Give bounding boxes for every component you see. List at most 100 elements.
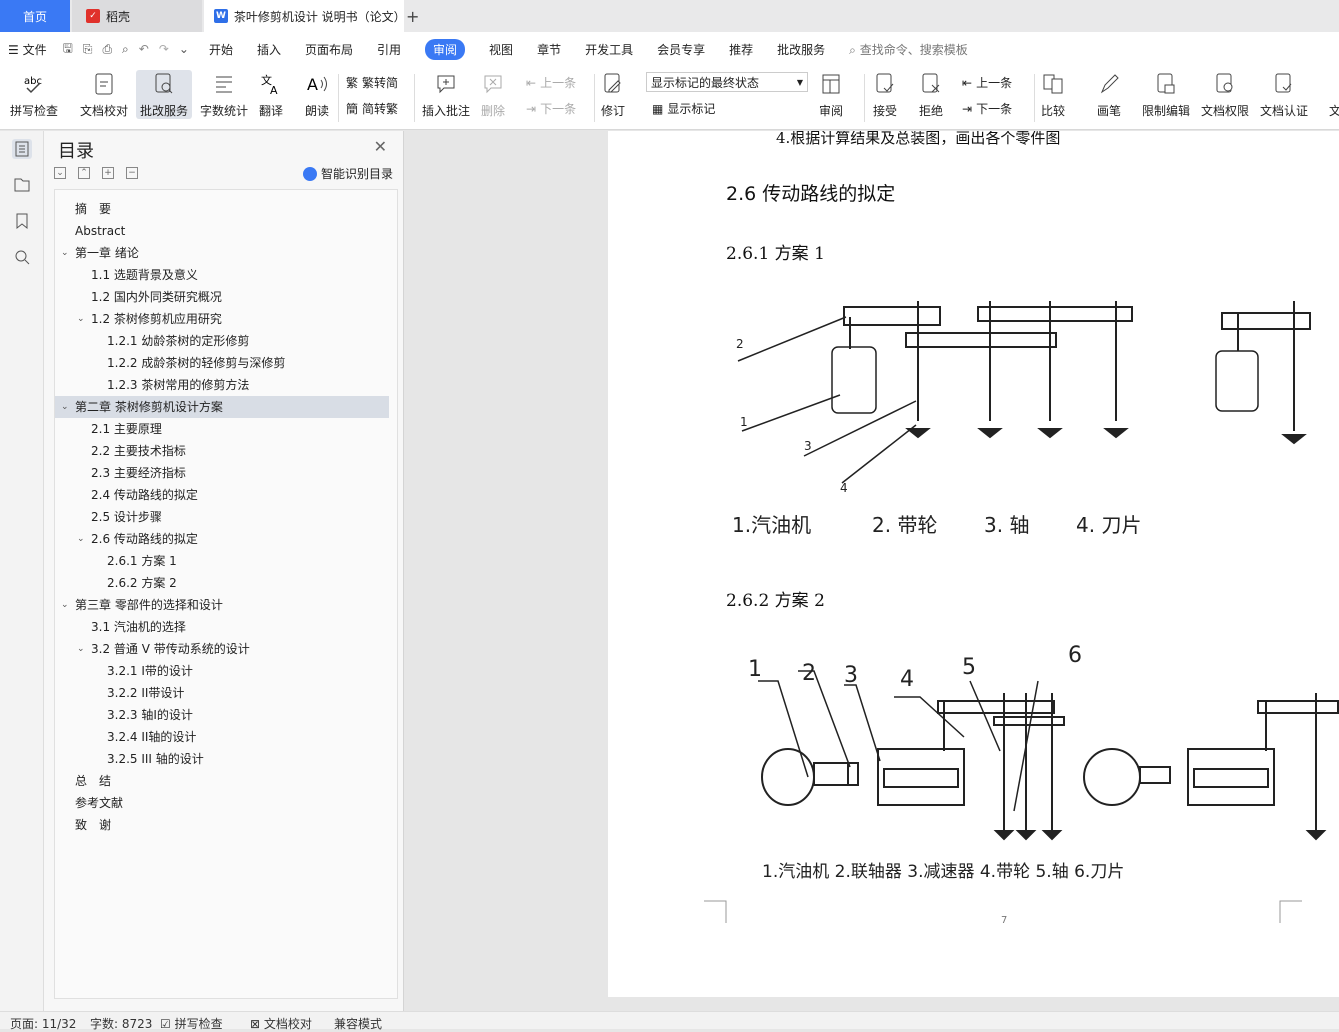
new-tab-button[interactable]: + bbox=[406, 0, 422, 32]
compare-button[interactable]: 比较 bbox=[1040, 70, 1066, 119]
toc-item[interactable]: 总 结 bbox=[55, 770, 389, 792]
prev-comment-button[interactable]: ⇤ 上一条 bbox=[526, 74, 576, 91]
accept-button[interactable]: 接受 bbox=[872, 70, 898, 119]
delete-comment-button[interactable]: 删除 bbox=[480, 70, 506, 119]
pen-button[interactable]: 画笔 bbox=[1096, 70, 1122, 119]
word-count-button[interactable]: 字数统计 bbox=[200, 70, 248, 119]
export-icon[interactable]: ⎘ bbox=[83, 42, 93, 57]
insert-comment-button[interactable]: 插入批注 bbox=[422, 70, 470, 119]
menu-insert[interactable]: 插入 bbox=[257, 41, 281, 58]
toc-item[interactable]: 1.2.3 茶树常用的修剪方法 bbox=[55, 374, 389, 396]
toc-item[interactable]: ⌄ 第二章 茶树修剪机设计方案 bbox=[55, 396, 389, 418]
spell-check-status[interactable]: ☑ 拼写检查 bbox=[160, 1015, 223, 1032]
menu-recommend[interactable]: 推荐 bbox=[729, 41, 753, 58]
document-page[interactable]: 4.根据计算结果及总装图，画出各个零件图 2.6 传动路线的拟定 2.6.1 方… bbox=[608, 131, 1339, 997]
translate-button[interactable]: 文 A 翻译 bbox=[258, 70, 284, 119]
restrict-edit-button[interactable]: 限制编辑 bbox=[1142, 70, 1190, 119]
command-search[interactable]: ⌕ 查找命令、搜索模板 bbox=[849, 41, 968, 58]
smart-toc-button[interactable]: 智能识别目录 bbox=[302, 165, 393, 182]
markup-state-select[interactable]: 显示标记的最终状态 ▼ bbox=[646, 72, 808, 92]
toc-item[interactable]: 1.2.1 幼龄茶树的定形修剪 bbox=[55, 330, 389, 352]
simp-to-trad-button[interactable]: 簡简转繁 bbox=[346, 100, 398, 117]
reject-button[interactable]: 拒绝 bbox=[918, 70, 944, 119]
file-menu[interactable]: ☰ 文件 bbox=[8, 41, 47, 58]
print-icon[interactable]: ⎙ bbox=[102, 42, 112, 57]
customize-icon[interactable]: ⌄ bbox=[179, 42, 189, 56]
toc-item[interactable]: ⌄ 1.2 茶树修剪机应用研究 bbox=[55, 308, 389, 330]
chevron-down-icon[interactable]: ⌄ bbox=[77, 528, 85, 550]
close-icon[interactable]: ✕ bbox=[374, 137, 387, 156]
menu-member[interactable]: 会员专享 bbox=[657, 41, 705, 58]
toc-item[interactable]: Abstract bbox=[55, 220, 389, 242]
doc-permission-button[interactable]: 文档权限 bbox=[1201, 70, 1249, 119]
outline-icon[interactable] bbox=[12, 175, 32, 195]
collapse-all-icon[interactable]: ⌄ bbox=[54, 167, 66, 179]
toc-item[interactable]: ⌄ 2.6 传动路线的拟定 bbox=[55, 528, 389, 550]
preview-icon[interactable]: ⌕ bbox=[122, 42, 129, 57]
track-changes-button[interactable]: 修订 bbox=[600, 70, 626, 119]
toc-item[interactable]: 3.2.1 I带的设计 bbox=[55, 660, 389, 682]
doc-cert-button[interactable]: 文档认证 bbox=[1260, 70, 1308, 119]
proofread-button[interactable]: 文档校对 bbox=[80, 70, 128, 119]
toc-item[interactable]: 3.2.3 轴I的设计 bbox=[55, 704, 389, 726]
chevron-down-icon[interactable]: ⌄ bbox=[61, 594, 69, 616]
toc-item[interactable]: ⌄ 3.2 普通 V 带传动系统的设计 bbox=[55, 638, 389, 660]
bookmark-icon[interactable] bbox=[12, 211, 32, 231]
toc-panel-icon[interactable] bbox=[12, 139, 32, 159]
find-icon[interactable] bbox=[12, 247, 32, 267]
menu-reference[interactable]: 引用 bbox=[377, 41, 401, 58]
add-heading-icon[interactable]: + bbox=[102, 167, 114, 179]
menu-view[interactable]: 视图 bbox=[489, 41, 513, 58]
expand-up-icon[interactable]: ⌃ bbox=[78, 167, 90, 179]
menu-devtools[interactable]: 开发工具 bbox=[585, 41, 633, 58]
more-doc-button[interactable]: 文 bbox=[1322, 70, 1339, 119]
toc-item[interactable]: ⌄ 第三章 零部件的选择和设计 bbox=[55, 594, 389, 616]
toc-item[interactable]: 2.5 设计步骤 bbox=[55, 506, 389, 528]
chevron-down-icon[interactable]: ⌄ bbox=[61, 396, 69, 418]
read-aloud-button[interactable]: A 朗读 bbox=[304, 70, 330, 119]
toc-item[interactable]: 2.6.2 方案 2 bbox=[55, 572, 389, 594]
toc-item[interactable]: 2.6.1 方案 1 bbox=[55, 550, 389, 572]
tab-home[interactable]: 首页 bbox=[0, 0, 70, 32]
undo-icon[interactable]: ↶ bbox=[139, 42, 149, 56]
remove-heading-icon[interactable]: − bbox=[126, 167, 138, 179]
proofread-status[interactable]: ⊠ 文档校对 bbox=[250, 1015, 312, 1032]
toc-item[interactable]: 3.2.5 III 轴的设计 bbox=[55, 748, 389, 770]
toc-item[interactable]: ⌄ 第一章 绪论 bbox=[55, 242, 389, 264]
next-comment-button[interactable]: ⇥ 下一条 bbox=[526, 100, 576, 117]
toc-item[interactable]: 1.1 选题背景及意义 bbox=[55, 264, 389, 286]
next-change-button[interactable]: ⇥ 下一条 bbox=[962, 100, 1012, 117]
redo-icon[interactable]: ↷ bbox=[159, 42, 169, 56]
grade-service-button[interactable]: 批改服务 bbox=[136, 70, 193, 119]
chevron-down-icon[interactable]: ⌄ bbox=[77, 308, 85, 330]
toc-item[interactable]: 参考文献 bbox=[55, 792, 389, 814]
toc-item[interactable]: 2.3 主要经济指标 bbox=[55, 462, 389, 484]
show-markup-button[interactable]: ▦ 显示标记 bbox=[652, 100, 715, 117]
tab-daoke[interactable]: ✓ 稻壳 bbox=[72, 0, 202, 32]
toc-item[interactable]: 2.1 主要原理 bbox=[55, 418, 389, 440]
page-indicator[interactable]: 页面: 11/32 bbox=[10, 1015, 76, 1032]
toc-item[interactable]: 3.2.4 II轴的设计 bbox=[55, 726, 389, 748]
word-count-indicator[interactable]: 字数: 8723 bbox=[90, 1015, 152, 1032]
toc-item[interactable]: 3.1 汽油机的选择 bbox=[55, 616, 389, 638]
tab-document[interactable]: W 茶叶修剪机设计 说明书（论文） bbox=[204, 0, 406, 32]
toc-item[interactable]: 摘 要 bbox=[55, 198, 389, 220]
menu-grade[interactable]: 批改服务 bbox=[777, 41, 825, 58]
chevron-down-icon[interactable]: ⌄ bbox=[77, 638, 85, 660]
menu-start[interactable]: 开始 bbox=[209, 41, 233, 58]
chevron-down-icon[interactable]: ⌄ bbox=[61, 242, 69, 264]
toc-item[interactable]: 1.2 国内外同类研究概况 bbox=[55, 286, 389, 308]
toc-item[interactable]: 致 谢 bbox=[55, 814, 389, 836]
toc-item[interactable]: 1.2.2 成龄茶树的轻修剪与深修剪 bbox=[55, 352, 389, 374]
menu-layout[interactable]: 页面布局 bbox=[305, 41, 353, 58]
toc-item[interactable]: 2.2 主要技术指标 bbox=[55, 440, 389, 462]
toc-item[interactable]: 2.4 传动路线的拟定 bbox=[55, 484, 389, 506]
spell-check-button[interactable]: abc 拼写检查 bbox=[10, 70, 58, 119]
toc-item[interactable]: 3.2.2 II带设计 bbox=[55, 682, 389, 704]
prev-change-button[interactable]: ⇤ 上一条 bbox=[962, 74, 1012, 91]
menu-section[interactable]: 章节 bbox=[537, 41, 561, 58]
trad-to-simp-button[interactable]: 繁繁转简 bbox=[346, 74, 398, 91]
save-icon[interactable]: 🖫 bbox=[63, 39, 73, 60]
review-pane-button[interactable]: 审阅 bbox=[818, 70, 844, 119]
menu-review[interactable]: 审阅 bbox=[425, 38, 466, 60]
